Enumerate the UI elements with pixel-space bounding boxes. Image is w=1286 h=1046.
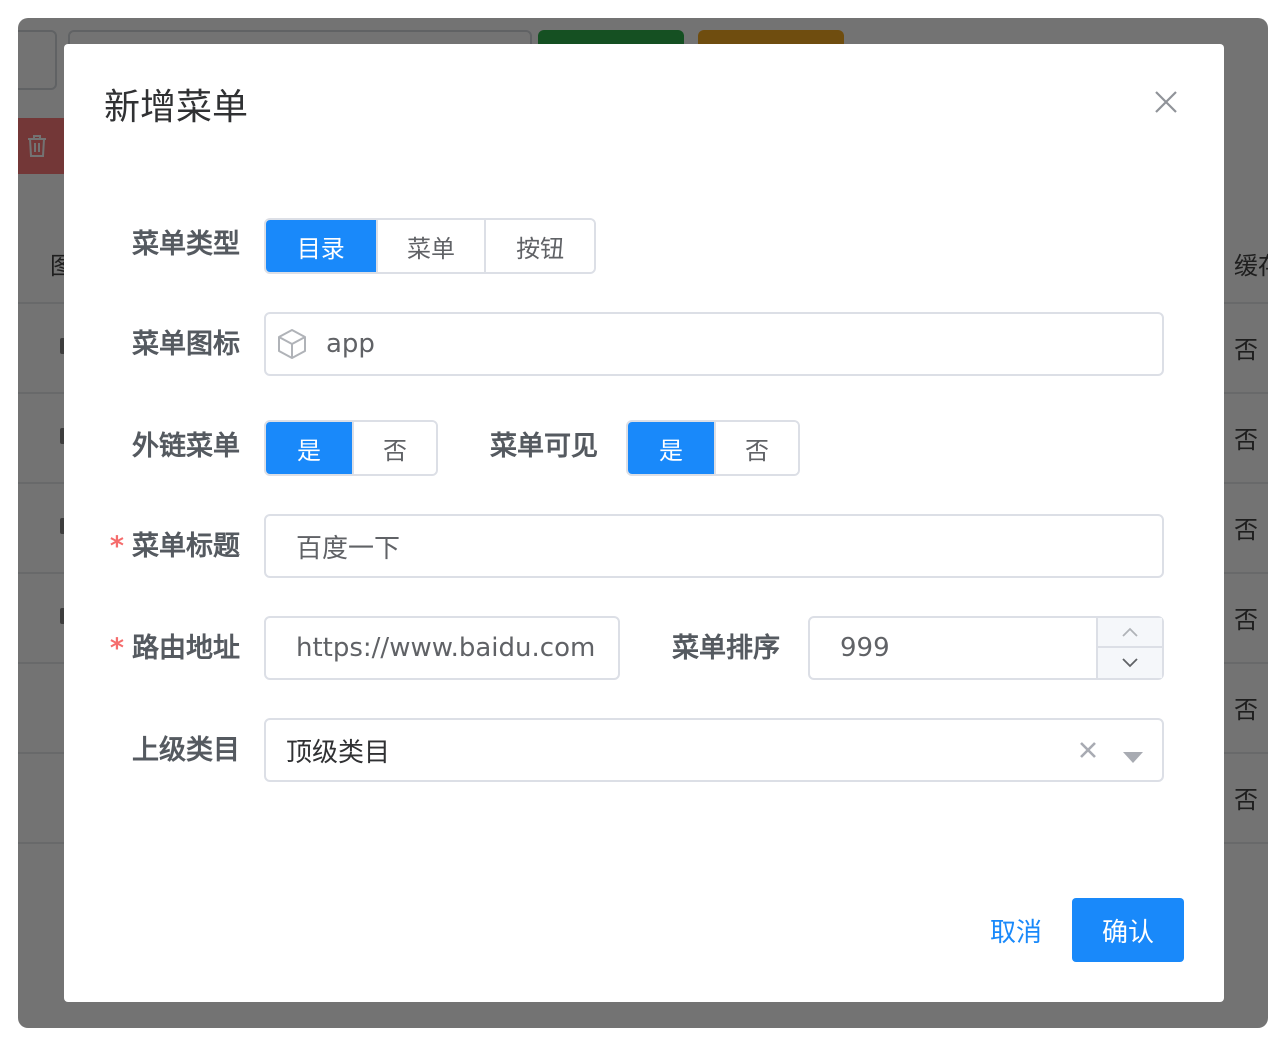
required-mark: * (109, 531, 124, 562)
menu-type-button-option[interactable]: 按钮 (484, 220, 594, 272)
caret-down-icon (1123, 752, 1143, 763)
menu-type-label: 菜单类型 (132, 229, 240, 260)
cancel-button[interactable]: 取消 (978, 898, 1054, 962)
clear-selection-button[interactable] (1076, 738, 1100, 762)
route-label: * 路由地址 (64, 629, 240, 669)
required-mark: * (109, 633, 124, 664)
confirm-button[interactable]: 确认 (1072, 898, 1184, 962)
external-link-radio-group: 是 否 (264, 420, 438, 476)
add-menu-dialog: 新增菜单 菜单类型 目录 菜单 按钮 菜单图标 app 外链菜单 是 否 菜单可… (64, 44, 1224, 1002)
route-value: https://www.baidu.com (296, 633, 596, 663)
close-icon (1155, 91, 1177, 113)
menu-type-menu-option[interactable]: 菜单 (375, 220, 485, 272)
visible-yes-option[interactable]: 是 (628, 422, 714, 474)
menu-icon-value: app (326, 329, 375, 359)
visible-no-option[interactable]: 否 (713, 422, 798, 474)
menu-title-label-text: 菜单标题 (132, 531, 240, 562)
cube-icon (278, 329, 306, 359)
route-label-text: 路由地址 (132, 633, 240, 664)
close-button[interactable] (1152, 84, 1184, 120)
chevron-down-icon (1122, 658, 1138, 668)
menu-title-value: 百度一下 (296, 533, 401, 564)
increase-button[interactable] (1098, 618, 1162, 648)
parent-category-value: 顶级类目 (286, 737, 391, 768)
menu-icon-input[interactable]: app (264, 312, 1164, 376)
chevron-up-icon (1122, 627, 1138, 637)
visible-label: 菜单可见 (490, 431, 598, 462)
sort-number-input[interactable]: 999 (808, 616, 1164, 680)
sort-value: 999 (840, 633, 890, 663)
menu-icon-label: 菜单图标 (132, 329, 240, 360)
menu-title-label: * 菜单标题 (64, 527, 240, 567)
sort-label: 菜单排序 (672, 633, 780, 664)
external-link-yes-option[interactable]: 是 (266, 422, 352, 474)
external-link-label: 外链菜单 (132, 431, 240, 462)
visible-radio-group: 是 否 (626, 420, 800, 476)
menu-type-radio-group: 目录 菜单 按钮 (264, 218, 596, 274)
sort-stepper (1096, 618, 1162, 678)
decrease-button[interactable] (1098, 648, 1162, 678)
parent-category-label: 上级类目 (132, 735, 240, 766)
dialog-title: 新增菜单 (104, 87, 249, 128)
parent-category-select[interactable]: 顶级类目 (264, 718, 1164, 782)
menu-title-input[interactable]: 百度一下 (264, 514, 1164, 578)
menu-type-directory-option[interactable]: 目录 (266, 220, 376, 272)
route-input[interactable]: https://www.baidu.com (264, 616, 620, 680)
clear-icon (1080, 742, 1096, 758)
external-link-no-option[interactable]: 否 (351, 422, 436, 474)
dropdown-toggle[interactable] (1122, 742, 1144, 763)
